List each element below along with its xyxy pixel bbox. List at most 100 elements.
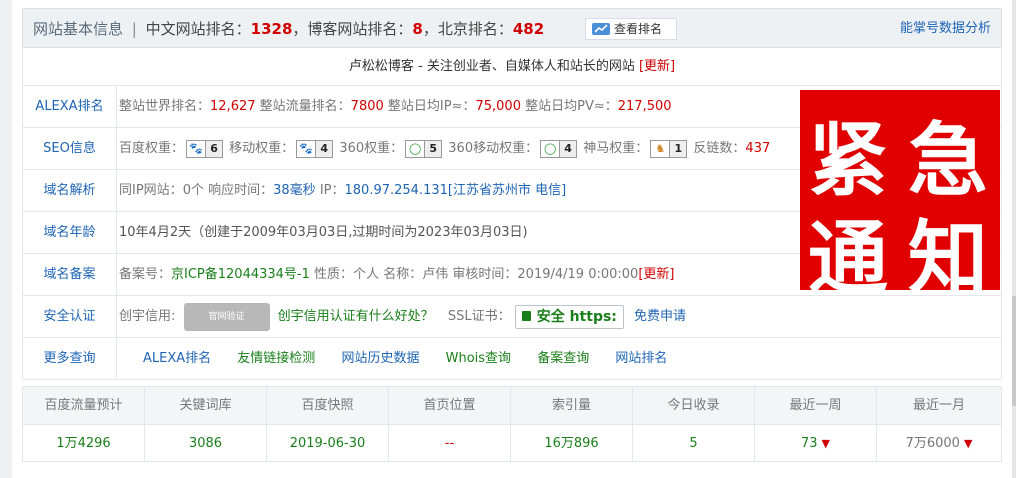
baidu-traffic-value[interactable]: 1万4296 [23, 425, 145, 462]
s360m-weight-label: 360移动权重： [448, 141, 539, 156]
blog-rank-value: 8 [412, 20, 423, 38]
stat-header: 百度流量预计 [23, 387, 145, 425]
baidu-weight-value: 6 [205, 140, 223, 157]
mobile-weight-value: 4 [315, 140, 333, 157]
icp-name-label: 名称： [383, 267, 423, 282]
stat-header: 索引量 [511, 387, 633, 425]
last-month-value: 7万6000 [905, 436, 960, 451]
backlink-label: 反链数： [693, 141, 746, 156]
s360-weight-value: 5 [424, 140, 442, 157]
baidu-weight-label: 百度权重： [119, 141, 185, 156]
same-ip-label: 同IP网站： [119, 183, 183, 198]
stat-header: 最近一周 [755, 387, 877, 425]
stats-table: 百度流量预计 关键词库 百度快照 首页位置 索引量 今日收录 最近一周 最近一月… [22, 386, 1002, 462]
domain-resolve-link[interactable]: 域名解析 [23, 170, 117, 211]
whois-link[interactable]: Whois查询 [446, 351, 511, 366]
shenma-weight-label: 神马权重： [583, 141, 649, 156]
so360-icon: ◯ [543, 141, 557, 155]
page: 网站基本信息 | 中文网站排名：1328，博客网站排名：8，北京排名：482 查… [12, 0, 1012, 478]
seo-info-link[interactable]: SEO信息 [23, 128, 117, 169]
notice-char-3: 通 [808, 211, 888, 305]
site-title-row: 卢松松博客 - 关注创业者、自媒体人和站长的网站 [更新] [22, 48, 1002, 86]
icp-link[interactable]: 域名备案 [23, 254, 117, 295]
same-ip-value[interactable]: 0个 [183, 183, 204, 198]
history-data-link[interactable]: 网站历史数据 [341, 351, 419, 366]
bj-rank-label: ，北京排名： [422, 20, 513, 38]
shenma-weight-value: 1 [669, 140, 687, 157]
traffic-rank-label: 整站流量排名： [259, 99, 351, 114]
world-rank-value: 12,627 [210, 99, 256, 114]
last-week-cell[interactable]: 73 ▼ [755, 425, 877, 462]
ip-value[interactable]: 180.97.254.131[江苏省苏州市 电信] [345, 183, 567, 198]
view-rank-button[interactable]: 查看排名 [585, 18, 677, 40]
icp-time-value: 2019/4/19 0:00:00 [517, 267, 639, 282]
icp-update-link[interactable]: [更新] [638, 267, 674, 282]
power-data-link[interactable]: 能掌号数据分析 [900, 9, 991, 49]
last-month-cell[interactable]: 7万6000 ▼ [877, 425, 1001, 462]
chuangyu-label: 创宇信用: [119, 309, 176, 324]
today-indexed-value[interactable]: 5 [633, 425, 755, 462]
title-update-link[interactable]: [更新] [639, 59, 675, 74]
home-position-value: -- [389, 425, 511, 462]
site-info-label: 网站基本信息 [33, 20, 124, 38]
snapshot-value[interactable]: 2019-06-30 [267, 425, 389, 462]
urgent-notice-banner[interactable]: 紧 急 通 知 [800, 90, 1000, 305]
blog-rank-label: ，博客网站排名： [292, 20, 413, 38]
s360-weight-badge[interactable]: ◯ 5 [405, 139, 443, 158]
https-badge-text: 安全 https: [536, 308, 617, 325]
alexa-rank-link[interactable]: ALEXA排名 [23, 86, 117, 127]
down-arrow-icon: ▼ [821, 437, 830, 450]
stat-header: 关键词库 [145, 387, 267, 425]
stat-header: 首页位置 [389, 387, 511, 425]
baidu-weight-badge[interactable]: 🐾 6 [186, 139, 224, 158]
view-rank-label: 查看排名 [614, 22, 663, 36]
down-arrow-icon: ▼ [963, 437, 973, 450]
world-rank-label: 整站世界排名： [119, 99, 211, 114]
s360-weight-label: 360权重： [339, 141, 404, 156]
more-query-label: 更多查询 [23, 338, 117, 379]
so360-icon: ◯ [408, 141, 422, 155]
s360m-weight-badge[interactable]: ◯ 4 [540, 139, 578, 158]
response-time-value: 38毫秒 [273, 183, 316, 198]
icp-no-value[interactable]: 京ICP备12044334号-1 [171, 267, 310, 282]
stats-header: 百度流量预计 关键词库 百度快照 首页位置 索引量 今日收录 最近一周 最近一月 [23, 387, 1001, 425]
stat-header: 最近一月 [912, 398, 965, 413]
verification-seal[interactable]: 官网验证 [183, 302, 270, 331]
site-rank-link[interactable]: 网站排名 [615, 351, 667, 366]
domain-age-link[interactable]: 域名年龄 [23, 212, 117, 253]
chuangyu-benefit-link[interactable]: 创宇信用认证有什么好处？ [278, 309, 434, 324]
separator: | [131, 20, 137, 38]
security-link[interactable]: 安全认证 [23, 296, 117, 337]
alexa-query-link[interactable]: ALEXA排名 [143, 351, 211, 366]
cn-rank-value: 1328 [250, 20, 293, 38]
icp-time-label: 审核时间： [452, 267, 518, 282]
mobile-weight-badge[interactable]: 🐾 4 [296, 139, 334, 158]
icp-no-label: 备案号： [119, 267, 172, 282]
response-time-label: 响应时间： [208, 183, 274, 198]
more-row: 更多查询 ALEXA排名 友情链接检测 网站历史数据 Whois查询 备案查询 … [22, 338, 1002, 380]
baidu-paw-icon: 🐾 [189, 141, 203, 155]
index-count-value[interactable]: 16万896 [511, 425, 633, 462]
shenma-weight-badge[interactable]: ♞ 1 [650, 139, 688, 158]
last-week-value: 73 [800, 436, 818, 451]
seal-text: 官网验证 [208, 311, 245, 322]
daily-ip-label: 整站日均IP≈： [387, 99, 476, 114]
daily-pv-label: 整站日均PV≈： [525, 99, 618, 114]
lock-icon [521, 310, 531, 321]
keyword-count-value[interactable]: 3086 [145, 425, 267, 462]
notice-char-4: 知 [908, 211, 988, 305]
page-scrollbar[interactable] [1012, 0, 1016, 478]
s360m-weight-value: 4 [559, 140, 577, 157]
friend-link-check-link[interactable]: 友情链接检测 [237, 351, 315, 366]
scrollbar-thumb[interactable] [1012, 296, 1016, 406]
backlink-value: 437 [745, 141, 771, 156]
traffic-rank-value: 7800 [350, 99, 384, 114]
site-title: 卢松松博客 - 关注创业者、自媒体人和站长的网站 [348, 59, 635, 74]
stat-header: 百度快照 [267, 387, 389, 425]
icp-nature-value: 个人 [353, 267, 380, 282]
ip-label: IP： [319, 183, 345, 198]
icp-query-link[interactable]: 备案查询 [537, 351, 589, 366]
trend-chart-icon [592, 23, 610, 35]
free-apply-link[interactable]: 免费申请 [634, 309, 686, 324]
https-badge[interactable]: 安全 https: [514, 304, 624, 329]
